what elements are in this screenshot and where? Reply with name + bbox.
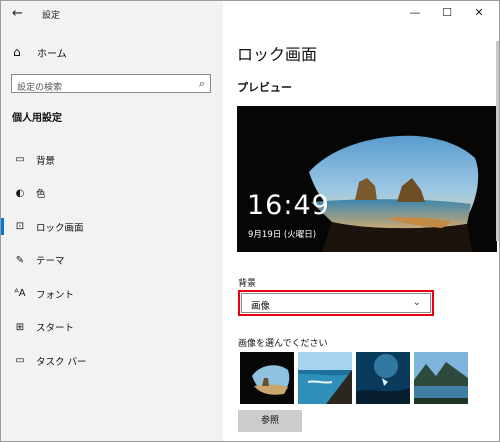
sidebar-item-font[interactable]: ᴬA フォント — [1, 277, 223, 311]
section-title: 個人用設定 — [12, 113, 62, 124]
home-label: ホーム — [37, 48, 67, 60]
picture-thumbnails — [240, 352, 468, 404]
sidebar-item-color[interactable]: ◐ 色 — [1, 177, 223, 211]
sidebar-item-taskbar[interactable]: ▭ タスク バー — [1, 344, 223, 378]
font-icon: ᴬA — [14, 288, 26, 300]
minimize-icon[interactable]: — — [399, 3, 431, 23]
main-pane: — ☐ ✕ ロック画面 プレビュー 16:49 9月19日 (火曜日) 背景 画… — [223, 1, 499, 441]
background-label: 背景 — [238, 279, 257, 289]
home-icon: ⌂ — [13, 45, 21, 59]
background-dropdown[interactable]: 画像 ⌄ — [238, 290, 434, 316]
search-icon[interactable]: ⌕ — [199, 77, 205, 91]
page-title: ロック画面 — [237, 45, 318, 64]
home-link[interactable]: ⌂ ホーム — [13, 43, 67, 61]
sidebar-item-label: 背景 — [36, 155, 56, 167]
lock-screen-preview: 16:49 9月19日 (火曜日) — [237, 106, 497, 252]
sidebar-item-theme[interactable]: ✎ テーマ — [1, 244, 223, 278]
picture-icon: ▭ — [15, 154, 25, 166]
sidebar-item-label: タスク バー — [36, 356, 87, 368]
choose-picture-label: 画像を選んでください — [238, 339, 328, 349]
start-icon: ⊞ — [15, 321, 25, 333]
dropdown-field: 画像 ⌄ — [241, 293, 431, 313]
thumbnail-ocean-cliff[interactable] — [298, 352, 352, 404]
sidebar-item-background[interactable]: ▭ 背景 — [1, 143, 223, 177]
preview-heading: プレビュー — [237, 81, 292, 94]
dropdown-value: 画像 — [251, 301, 271, 312]
chevron-down-icon: ⌄ — [412, 297, 421, 308]
sidebar-item-start[interactable]: ⊞ スタート — [1, 311, 223, 345]
sidebar-item-label: テーマ — [36, 256, 65, 268]
app-title: 設定 — [42, 11, 61, 21]
sidebar-item-label: 色 — [36, 189, 46, 201]
preview-time: 16:49 — [247, 190, 330, 221]
thumbnail-cave-beach[interactable] — [240, 352, 294, 404]
scrollbar-thumb[interactable] — [496, 41, 499, 241]
scrollbar[interactable] — [495, 41, 499, 241]
thumbnail-mountain-lake[interactable] — [414, 352, 468, 404]
settings-window: ← 設定 ⌂ ホーム ⌕ 個人用設定 ▭ 背景 ◐ 色 ⊡ ロック画面 — [0, 0, 500, 442]
preview-date: 9月19日 (火曜日) — [248, 230, 317, 240]
close-icon[interactable]: ✕ — [463, 3, 495, 23]
search-box[interactable]: ⌕ — [11, 74, 211, 97]
title-bar: ← 設定 — [1, 1, 223, 29]
back-arrow-icon[interactable]: ← — [12, 6, 23, 22]
taskbar-icon: ▭ — [15, 355, 25, 367]
lock-screen-icon: ⊡ — [15, 221, 25, 233]
theme-icon: ✎ — [15, 254, 25, 266]
maximize-icon[interactable]: ☐ — [431, 3, 463, 23]
sidebar-item-label: スタート — [36, 323, 75, 335]
search-input[interactable] — [12, 79, 193, 97]
sidebar-item-lock-screen[interactable]: ⊡ ロック画面 — [1, 210, 223, 244]
sidebar-nav: ▭ 背景 ◐ 色 ⊡ ロック画面 ✎ テーマ ᴬA フォント ⊞ スタート ▭ … — [1, 143, 223, 378]
thumbnail-underwater-diver[interactable] — [356, 352, 410, 404]
sidebar: ← 設定 ⌂ ホーム ⌕ 個人用設定 ▭ 背景 ◐ 色 ⊡ ロック画面 — [1, 1, 223, 441]
window-controls: — ☐ ✕ — [399, 3, 495, 23]
palette-icon: ◐ — [15, 187, 25, 199]
sidebar-item-label: フォント — [36, 289, 75, 301]
browse-button[interactable]: 参照 — [238, 410, 302, 432]
sidebar-item-label: ロック画面 — [36, 222, 84, 234]
